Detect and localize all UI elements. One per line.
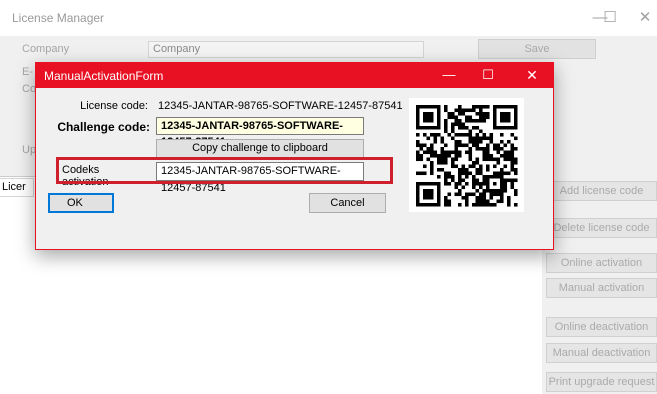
dialog-close-icon[interactable]: ✕ <box>521 65 543 85</box>
dialog-minimize-icon[interactable]: — <box>438 65 460 85</box>
online-activation-button[interactable]: Online activation <box>546 253 657 273</box>
dialog-maximize-icon[interactable]: ☐ <box>477 65 499 85</box>
dialog-title-bar[interactable]: ManualActivationForm — ☐ ✕ <box>36 63 553 88</box>
delete-license-code-button[interactable]: Delete license code <box>546 218 657 238</box>
save-button[interactable]: Save <box>478 39 596 59</box>
dialog-title: ManualActivationForm <box>44 69 164 83</box>
license-code-value: 12345-JANTAR-98765-SOFTWARE-12457-87541 <box>158 100 403 112</box>
qr-code-graphic <box>416 105 518 207</box>
close-icon[interactable]: ✕ <box>635 8 655 28</box>
manual-activation-button[interactable]: Manual activation <box>546 278 657 298</box>
copy-challenge-button[interactable]: Copy challenge to clipboard <box>156 139 364 158</box>
email-label-partial: E- <box>22 66 33 78</box>
codeks-activation-label: Codeks activation <box>62 164 109 188</box>
main-window-title: License Manager <box>12 11 105 25</box>
license-code-label: License code: <box>80 100 148 112</box>
codeks-activation-input[interactable]: 12345-JANTAR-98765-SOFTWARE-12457-87541 <box>156 162 364 194</box>
print-upgrade-request-button[interactable]: Print upgrade request <box>546 372 657 392</box>
online-deactivation-button[interactable]: Online deactivation <box>546 317 657 337</box>
manual-activation-dialog: ManualActivationForm — ☐ ✕ License code:… <box>35 62 554 250</box>
license-list-header[interactable]: Licer <box>0 178 34 197</box>
main-title-bar: License Manager — ☐ ✕ <box>0 0 657 36</box>
challenge-code-field[interactable]: 12345-JANTAR-98765-SOFTWARE-12457-87541 <box>156 117 364 148</box>
maximize-icon[interactable]: ☐ <box>600 8 620 28</box>
company-label: Company <box>22 43 70 55</box>
company-input[interactable]: Company <box>148 41 424 58</box>
add-license-code-button[interactable]: Add license code <box>546 181 657 201</box>
manual-deactivation-button[interactable]: Manual deactivation <box>546 343 657 363</box>
challenge-code-label: Challenge code: <box>57 120 150 134</box>
qr-code-image <box>409 98 524 212</box>
update-label-partial: Up <box>22 144 37 156</box>
code-label-partial: Co <box>22 83 37 95</box>
cancel-button[interactable]: Cancel <box>309 193 386 213</box>
ok-button[interactable]: OK <box>48 193 114 213</box>
